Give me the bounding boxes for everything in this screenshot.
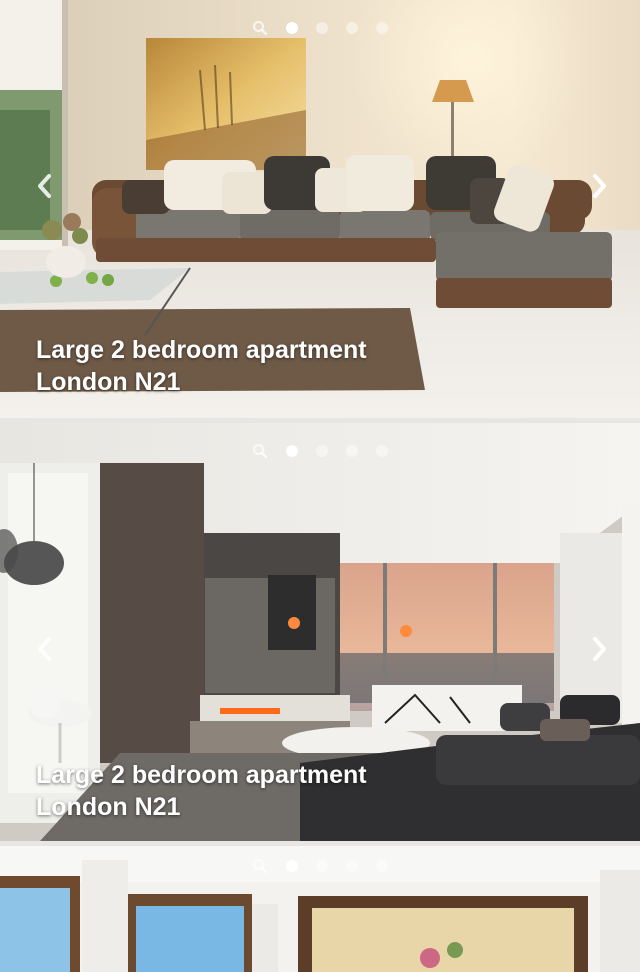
photo-pager <box>0 443 640 459</box>
chevron-left-icon[interactable] <box>30 168 58 204</box>
pager-dot-1[interactable] <box>286 860 298 872</box>
pager-dot-4[interactable] <box>376 445 388 457</box>
pager-dot-1[interactable] <box>286 22 298 34</box>
listing-title-line1: Large 2 bedroom apartment <box>36 336 367 364</box>
listing-card-1[interactable]: Large 2 bedroom apartment London N21 <box>0 0 640 418</box>
search-icon[interactable] <box>252 858 268 874</box>
pager-dot-4[interactable] <box>376 860 388 872</box>
chevron-right-icon[interactable] <box>586 168 614 204</box>
listing-title-line2: London N21 <box>36 793 181 821</box>
pager-dot-3[interactable] <box>346 860 358 872</box>
pager-dot-3[interactable] <box>346 22 358 34</box>
listing-title: Large 2 bedroom apartment London N21 <box>36 759 367 823</box>
search-icon[interactable] <box>252 443 268 459</box>
pager-dot-2[interactable] <box>316 860 328 872</box>
pager-dot-1[interactable] <box>286 445 298 457</box>
pager-dot-4[interactable] <box>376 22 388 34</box>
chevron-right-icon[interactable] <box>586 631 614 667</box>
listing-card-2[interactable]: Large 2 bedroom apartment London N21 <box>0 423 640 841</box>
listing-title: Large 2 bedroom apartment London N21 <box>36 334 367 398</box>
listing-title-line1: Large 2 bedroom apartment <box>36 761 367 789</box>
photo-pager <box>0 20 640 36</box>
listing-title-line2: London N21 <box>36 368 181 396</box>
photo-pager <box>0 858 640 874</box>
pager-dot-3[interactable] <box>346 445 358 457</box>
pager-dot-2[interactable] <box>316 445 328 457</box>
search-icon[interactable] <box>252 20 268 36</box>
listing-card-3[interactable] <box>0 846 640 972</box>
pager-dot-2[interactable] <box>316 22 328 34</box>
chevron-left-icon[interactable] <box>30 631 58 667</box>
